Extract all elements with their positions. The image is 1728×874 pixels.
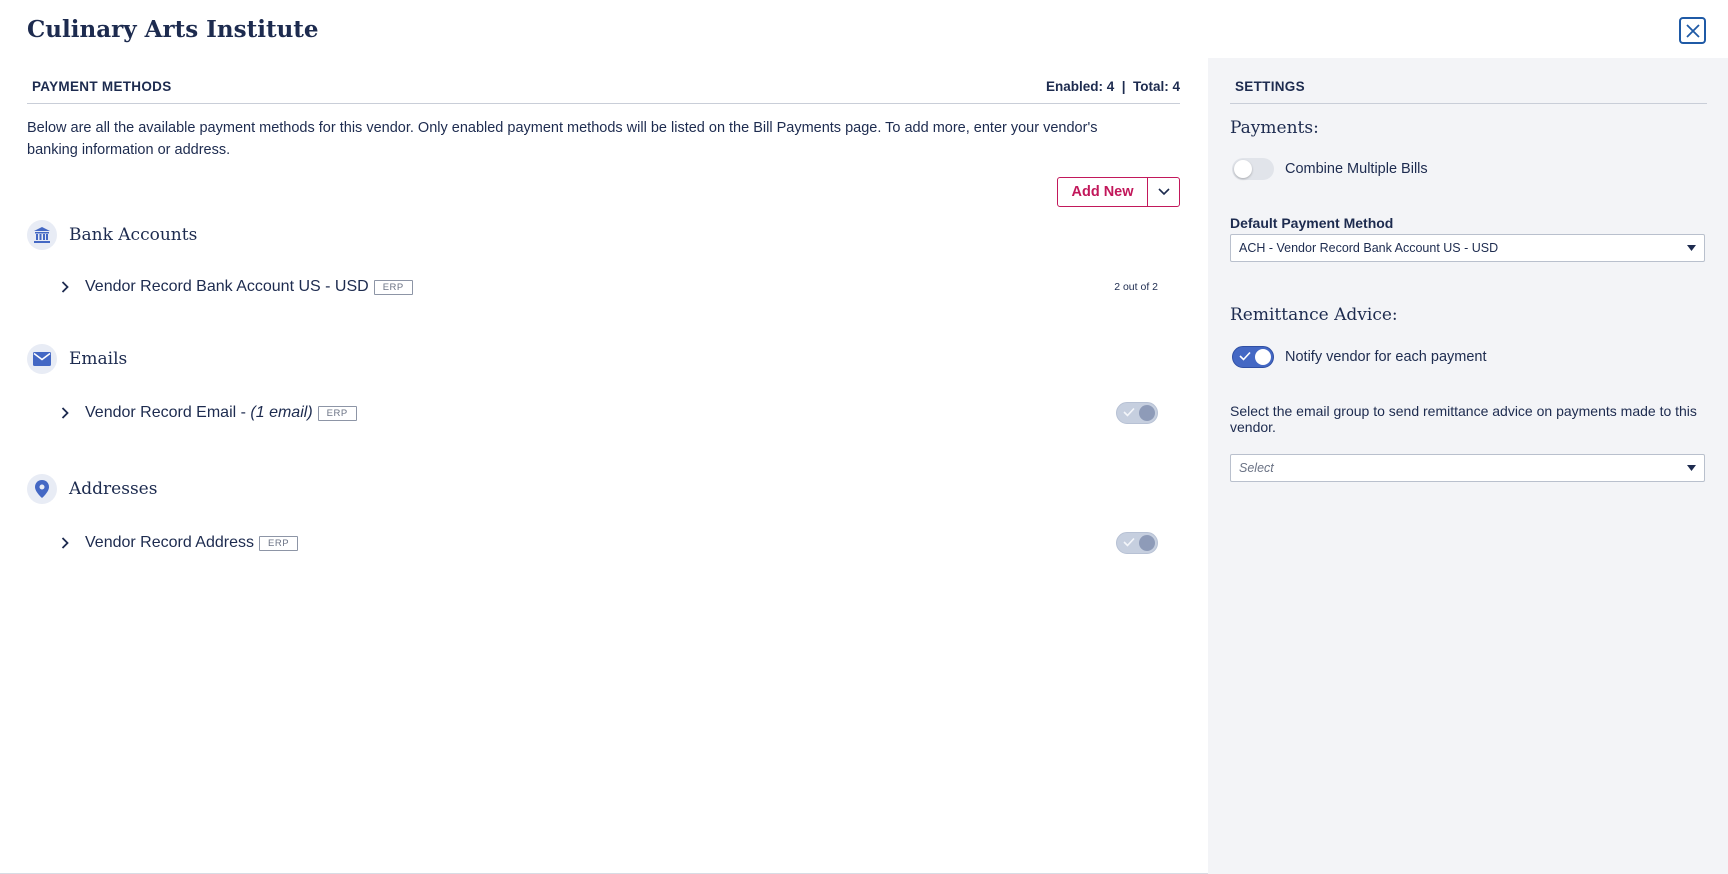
erp-badge: ERP (259, 535, 299, 551)
remittance-heading: Remittance Advice: (1230, 305, 1398, 325)
list-item[interactable]: Vendor Record Address ERP (57, 528, 1167, 558)
toggle-knob (1234, 160, 1252, 178)
chevron-right-icon[interactable] (57, 535, 73, 551)
map-pin-icon (27, 474, 57, 504)
group-addresses: Addresses (27, 474, 157, 504)
payment-methods-panel: PAYMENT METHODS Enabled: 4 | Total: 4 Be… (27, 58, 1180, 554)
email-label: Vendor Record Email - (1 email) (85, 404, 313, 422)
account-count: 2 out of 2 (1114, 281, 1158, 293)
default-method-select[interactable]: ACH - Vendor Record Bank Account US - US… (1230, 234, 1705, 262)
toggle-knob (1139, 405, 1155, 421)
toggle-knob (1139, 535, 1155, 551)
bank-icon (27, 220, 57, 250)
add-new-button[interactable]: Add New (1058, 178, 1147, 206)
add-new-dropdown-toggle[interactable] (1147, 178, 1179, 206)
address-enabled-toggle[interactable] (1116, 532, 1158, 554)
list-item[interactable]: Vendor Record Email - (1 email) ERP (57, 398, 1167, 428)
enabled-total-counts: Enabled: 4 | Total: 4 (1045, 79, 1180, 94)
chevron-right-icon[interactable] (57, 279, 73, 295)
check-icon (1123, 537, 1135, 547)
group-emails: Emails (27, 344, 127, 374)
settings-panel: SETTINGS Payments: Combine Multiple Bill… (1208, 58, 1728, 874)
envelope-icon (27, 344, 57, 374)
erp-badge: ERP (317, 405, 357, 421)
payment-methods-description: Below are all the available payment meth… (27, 120, 1098, 158)
notify-vendor-toggle[interactable] (1232, 346, 1274, 368)
chevron-down-icon (1157, 188, 1170, 196)
settings-heading: SETTINGS (1235, 79, 1305, 94)
payment-methods-heading: PAYMENT METHODS (32, 79, 172, 94)
email-enabled-toggle[interactable] (1116, 402, 1158, 424)
email-group-instructions: Select the email group to send remittanc… (1230, 403, 1697, 435)
address-label: Vendor Record Address (85, 534, 254, 551)
check-icon (1123, 407, 1135, 417)
caret-down-icon (1687, 465, 1696, 471)
group-label: Emails (69, 349, 128, 369)
group-bank-accounts: Bank Accounts (27, 220, 197, 250)
combine-bills-row: Combine Multiple Bills (1232, 158, 1428, 180)
list-item[interactable]: Vendor Record Bank Account US - USD ERP … (57, 272, 1167, 302)
payment-methods-header: PAYMENT METHODS Enabled: 4 | Total: 4 (27, 58, 1180, 104)
group-label: Addresses (69, 479, 158, 499)
payments-heading: Payments: (1230, 118, 1319, 138)
group-label: Bank Accounts (69, 225, 198, 245)
default-method-value: ACH - Vendor Record Bank Account US - US… (1239, 241, 1499, 255)
add-new-split-button: Add New (1057, 177, 1180, 207)
vendor-payment-modal: Culinary Arts Institute PAYMENT METHODS … (0, 0, 1728, 874)
email-group-select[interactable]: Select (1230, 454, 1705, 482)
close-button[interactable] (1679, 17, 1706, 44)
combine-bills-label: Combine Multiple Bills (1285, 161, 1428, 177)
erp-badge: ERP (373, 279, 413, 295)
modal-title: Culinary Arts Institute (27, 16, 319, 43)
email-label-text: Vendor Record Email - (85, 404, 251, 421)
combine-bills-toggle[interactable] (1232, 158, 1274, 180)
caret-down-icon (1687, 245, 1696, 251)
notify-vendor-label: Notify vendor for each payment (1285, 349, 1487, 365)
bank-account-label: Vendor Record Bank Account US - USD (85, 278, 369, 295)
close-icon (1685, 23, 1700, 38)
email-count-text: (1 email) (250, 404, 313, 421)
email-group-placeholder: Select (1239, 461, 1274, 475)
notify-vendor-row: Notify vendor for each payment (1232, 346, 1487, 368)
chevron-right-icon[interactable] (57, 405, 73, 421)
settings-header: SETTINGS (1230, 58, 1707, 104)
check-icon (1239, 351, 1251, 361)
default-method-label: Default Payment Method (1230, 215, 1394, 231)
toggle-knob (1255, 349, 1271, 365)
